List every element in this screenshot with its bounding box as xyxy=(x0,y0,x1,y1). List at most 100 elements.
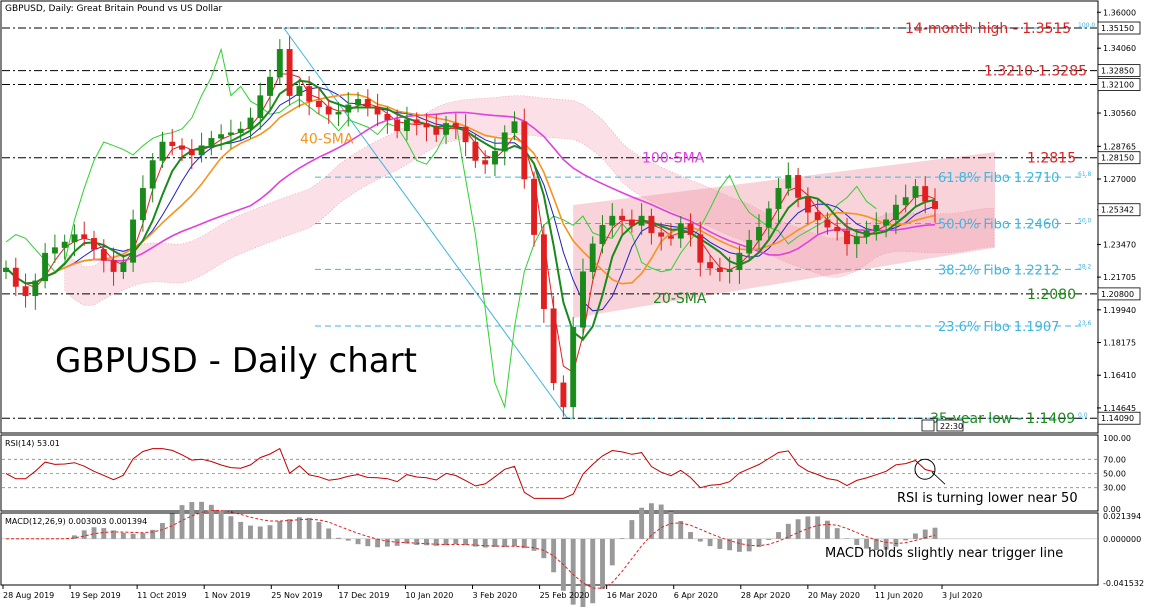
price-box-label: 1.28150 xyxy=(1101,154,1134,163)
y-tick-label: 1.34060 xyxy=(1103,44,1136,53)
fibo-tag: 23.6 xyxy=(1078,320,1092,327)
candle-body xyxy=(619,215,626,221)
candle-body xyxy=(902,197,909,206)
x-tick-label: 6 Apr 2020 xyxy=(674,591,718,600)
candle-body xyxy=(501,132,508,152)
price-box-label: 1.32100 xyxy=(1101,81,1134,90)
ma-label-20-sma: 20-SMA xyxy=(653,291,707,307)
x-tick-label: 16 Mar 2020 xyxy=(607,591,658,600)
candle-body xyxy=(804,197,811,213)
candle-body xyxy=(795,175,802,198)
candle-body xyxy=(863,230,870,237)
candle-body xyxy=(785,175,792,189)
x-axis: 28 Aug 2019 19 Sep 2019 11 Oct 2019 1 Nov 2… xyxy=(2,585,982,600)
price-box-label: 1.25342 xyxy=(1101,206,1134,215)
fibo-level-label: 50.0% Fibo 1.2460 xyxy=(938,217,1059,232)
candle-body xyxy=(374,106,381,115)
y-tick-label: 1.14645 xyxy=(1103,404,1136,413)
candle-body xyxy=(42,252,49,282)
candle-body xyxy=(32,280,39,296)
ma-label-40-sma: 40-SMA xyxy=(300,132,354,148)
candle-body xyxy=(932,201,938,209)
candle-body xyxy=(237,128,244,133)
rsi-label: RSI(14) 53.01 xyxy=(5,439,60,448)
candle-body xyxy=(599,225,606,245)
x-tick-label: 10 Jan 2020 xyxy=(405,591,453,600)
candle-body xyxy=(247,117,254,130)
price-box-label: 1.35150 xyxy=(1101,24,1134,33)
candle-body xyxy=(726,269,733,272)
candle-body xyxy=(218,134,225,139)
candle-body xyxy=(335,112,342,115)
candle-body xyxy=(765,208,772,228)
price-box-label: 1.20800 xyxy=(1101,290,1134,299)
candle-body xyxy=(12,267,19,287)
candle-body xyxy=(462,126,469,143)
x-tick-label: 1 Nov 2019 xyxy=(204,591,250,600)
candle-body xyxy=(159,141,166,161)
x-tick-label: 28 Apr 2020 xyxy=(741,591,790,600)
candle-body xyxy=(580,271,586,328)
y-tick-label: 1.27000 xyxy=(1103,175,1136,184)
macd-tick-label: 0.000000 xyxy=(1103,535,1141,544)
macd-annotation: MACD holds slightly near trigger line xyxy=(825,546,1063,561)
candle-body xyxy=(169,141,176,146)
x-tick-label: 11 Oct 2019 xyxy=(137,591,186,600)
rsi-tick-label: 50.00 xyxy=(1103,470,1126,479)
y-tick-label: 1.28765 xyxy=(1103,142,1136,151)
candle-body xyxy=(521,121,528,180)
candle-body xyxy=(139,188,146,221)
candle-body xyxy=(315,100,322,108)
candle-body xyxy=(227,132,234,135)
macd-label: MACD(12,26,9) 0.003003 0.001394 xyxy=(5,517,147,526)
time-box-label: 22:30 xyxy=(940,422,963,431)
candle-body xyxy=(540,234,547,309)
candle-body xyxy=(345,104,352,113)
chart-header: GBPUSD, Daily: Great Britain Pound vs US… xyxy=(5,4,223,14)
fibo-tag: 50.0 xyxy=(1078,217,1092,224)
rsi-tick-label: 70.00 xyxy=(1103,455,1126,464)
candle-body xyxy=(51,247,58,254)
candle-body xyxy=(257,95,264,119)
y-tick-label: 1.30560 xyxy=(1103,109,1136,118)
candle-body xyxy=(110,260,117,272)
horizontal-level-label: 1.3210-1.3285 xyxy=(984,64,1087,80)
candle-body xyxy=(3,267,9,272)
candle-body xyxy=(853,236,860,245)
fibo-level-label: 61.8% Fibo 1.2710 xyxy=(938,171,1059,186)
x-tick-label: 25 Feb 2020 xyxy=(540,591,590,600)
candle-body xyxy=(492,150,498,165)
candle-body xyxy=(687,223,694,235)
candle-body xyxy=(413,119,420,124)
candle-body xyxy=(756,226,762,241)
scroll-marker[interactable] xyxy=(921,419,935,432)
candle-body xyxy=(883,219,890,226)
candle-body xyxy=(286,49,293,96)
candle-body xyxy=(609,215,616,226)
candle-body xyxy=(198,145,205,156)
macd-tick-label: 0.021394 xyxy=(1103,512,1141,521)
candle-body xyxy=(452,123,459,128)
candle-body xyxy=(922,186,929,202)
candle-body xyxy=(423,123,430,128)
y-tick-label: 1.36000 xyxy=(1103,8,1136,17)
rsi-tick-label: 30.00 xyxy=(1103,484,1126,493)
fibo-level-label: 38.2% Fibo 1.2212 xyxy=(938,263,1059,278)
candle-body xyxy=(472,141,479,161)
rsi-annotation: RSI is turning lower near 50 xyxy=(897,491,1078,506)
candle-body xyxy=(81,234,88,239)
candle-body xyxy=(648,215,655,234)
candle-body xyxy=(267,76,273,96)
x-tick-label: 3 Jul 2020 xyxy=(942,591,982,600)
x-tick-label: 17 Dec 2019 xyxy=(338,591,389,600)
candle-body xyxy=(276,49,283,78)
candle-body xyxy=(443,123,450,135)
y-tick-label: 1.21705 xyxy=(1103,273,1136,282)
candle-body xyxy=(394,119,401,132)
candle-body xyxy=(550,308,557,384)
candle-body xyxy=(844,230,850,245)
candle-body xyxy=(306,86,313,102)
candle-body xyxy=(716,267,723,272)
candle-body xyxy=(668,236,674,239)
candle-body xyxy=(325,106,332,115)
